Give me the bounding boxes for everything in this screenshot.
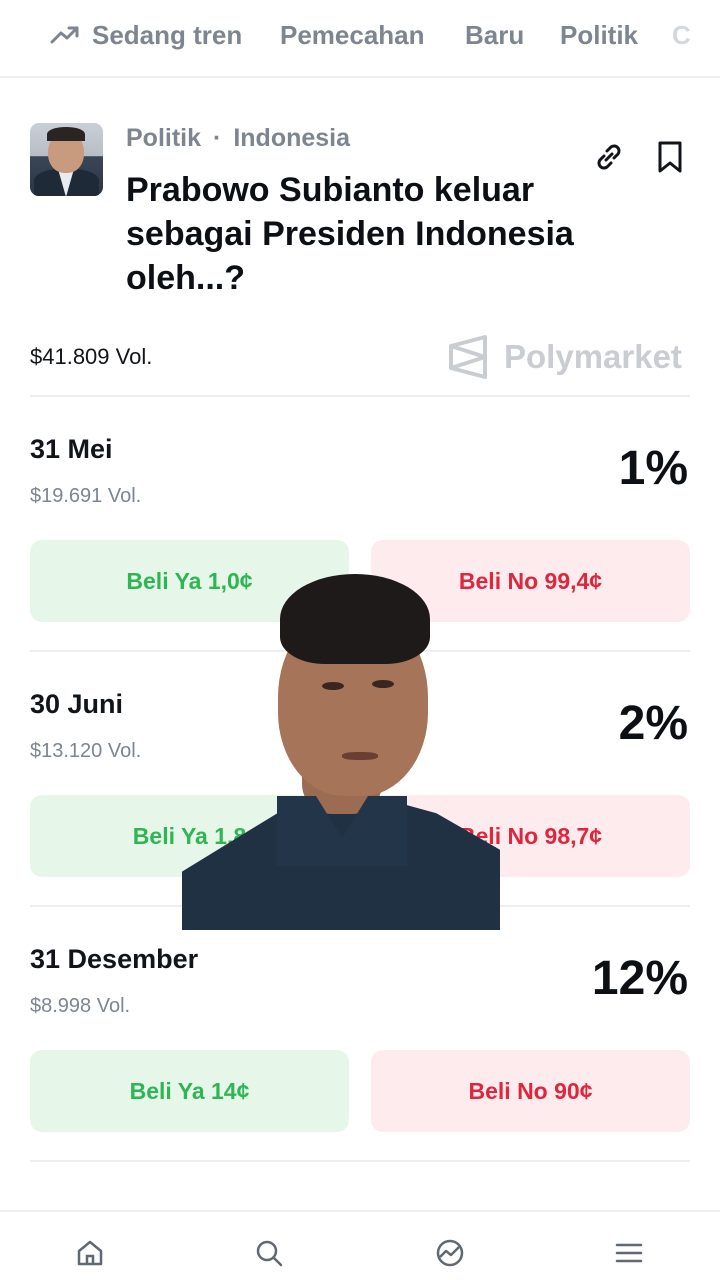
market-volume: $41.809 Vol. — [30, 344, 153, 369]
outcome-percent: 2% — [618, 697, 688, 750]
buy-yes-button[interactable]: Beli Ya 14¢ — [30, 1050, 349, 1132]
breadcrumb-category[interactable]: Politik — [126, 124, 201, 153]
activity-icon[interactable] — [435, 1238, 465, 1268]
trending-up-icon — [50, 26, 79, 44]
category-tabs: Sedang tren Pemecahan Baru Politik C — [0, 0, 720, 78]
outcome-date: 31 Desember — [30, 944, 199, 974]
outcome-percent: 12% — [591, 952, 688, 1005]
link-icon[interactable] — [592, 140, 626, 174]
outcome-date: 30 Juni — [30, 689, 124, 719]
divider — [30, 1160, 690, 1162]
tab-partial[interactable]: C — [672, 18, 691, 52]
market-title: Prabowo Subianto keluar sebagai Presiden… — [126, 171, 574, 297]
menu-icon[interactable] — [614, 1238, 644, 1268]
tab-trending[interactable]: Sedang tren — [50, 18, 242, 52]
outcome-date: 31 Mei — [30, 434, 113, 464]
outcome-percent: 1% — [618, 442, 688, 495]
breadcrumb-separator: · — [213, 123, 222, 152]
outcome-volume: $13.120 Vol. — [30, 740, 142, 762]
market-thumbnail — [30, 123, 103, 196]
outcome-volume: $8.998 Vol. — [30, 995, 131, 1017]
home-icon[interactable] — [75, 1238, 105, 1268]
tab-breaking[interactable]: Pemecahan — [280, 18, 425, 52]
polymarket-logo: Polymarket — [448, 334, 682, 380]
breadcrumb: Politik · Indonesia — [126, 122, 350, 154]
buy-no-button[interactable]: Beli No 90¢ — [371, 1050, 690, 1132]
tab-politics[interactable]: Politik — [560, 18, 638, 52]
tab-trending-label: Sedang tren — [92, 20, 243, 50]
tab-new[interactable]: Baru — [465, 18, 524, 52]
polymarket-logo-icon — [449, 335, 487, 379]
bottom-nav — [0, 1210, 720, 1280]
outcome-volume: $19.691 Vol. — [30, 485, 142, 507]
polymarket-wordmark: Polymarket — [504, 338, 682, 375]
divider — [30, 395, 690, 397]
bookmark-icon[interactable] — [655, 140, 685, 174]
breadcrumb-subcategory[interactable]: Indonesia — [233, 124, 350, 153]
search-icon[interactable] — [254, 1238, 284, 1268]
presenter-overlay — [182, 574, 500, 930]
